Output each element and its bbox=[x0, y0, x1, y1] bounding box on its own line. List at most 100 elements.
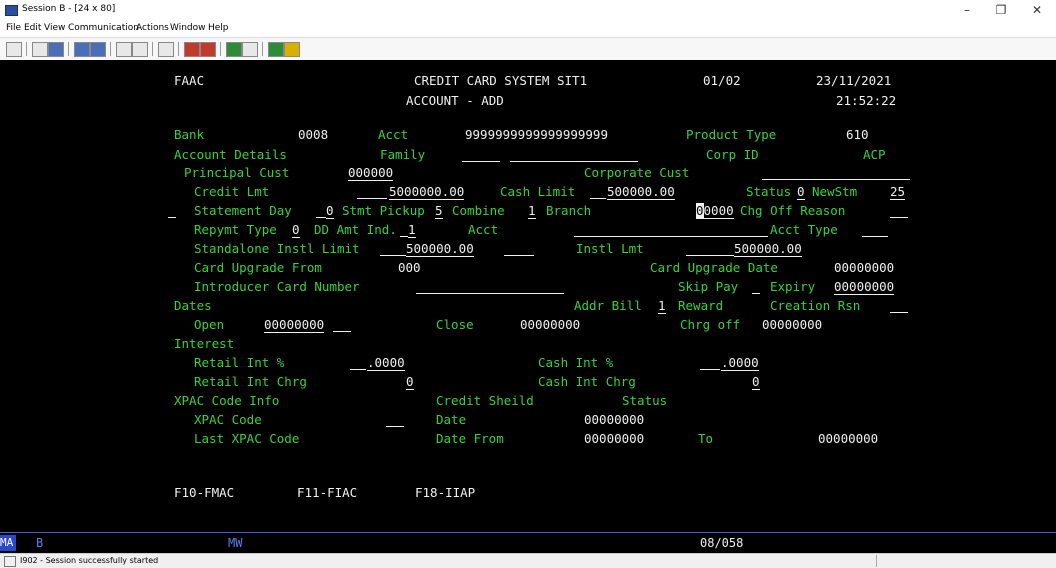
family-field-1[interactable] bbox=[462, 161, 500, 162]
repymt-type-field[interactable]: 0 bbox=[292, 222, 300, 238]
xpac-code-info-label: XPAC Code Info bbox=[174, 393, 280, 408]
retail-int-chrg-label: Retail Int Chrg bbox=[194, 374, 307, 389]
status-bar: I902 - Session successfully started bbox=[0, 553, 1056, 568]
minimize-button[interactable]: – bbox=[955, 2, 979, 18]
introducer-card-field[interactable] bbox=[416, 293, 564, 294]
macro-icon[interactable] bbox=[226, 42, 242, 57]
menu-actions[interactable]: Actions bbox=[136, 23, 169, 33]
date-to-label: To bbox=[698, 431, 714, 446]
open-date-label: Open bbox=[194, 317, 225, 332]
creation-rsn-field[interactable] bbox=[890, 312, 908, 313]
toolbar bbox=[0, 37, 1056, 61]
repymt-acct-field[interactable] bbox=[574, 236, 768, 237]
combine-field[interactable]: 1 bbox=[528, 203, 536, 219]
retail-int-field[interactable]: .0000 bbox=[367, 355, 405, 371]
row-select-field[interactable] bbox=[168, 217, 176, 218]
mw-indicator: MW bbox=[228, 536, 243, 550]
status-message: I902 - Session successfully started bbox=[20, 556, 159, 565]
dd-amt-ind-label: DD Amt Ind. bbox=[314, 222, 397, 237]
acct-type-field[interactable] bbox=[862, 236, 888, 237]
addr-bill-field[interactable]: 1 bbox=[658, 298, 666, 314]
system-title: CREDIT CARD SYSTEM SIT1 bbox=[414, 73, 588, 88]
date-from-value: 00000000 bbox=[584, 431, 645, 446]
menu-window[interactable]: Window bbox=[170, 23, 206, 33]
branch-field[interactable]: 00000 bbox=[696, 203, 734, 219]
statement-day-field[interactable]: 0 bbox=[326, 203, 334, 219]
operator-information-area: MA B MW 08/058 bbox=[0, 532, 1056, 554]
corporate-cust-field[interactable] bbox=[762, 179, 910, 180]
interest-label: Interest bbox=[174, 336, 235, 351]
copy-icon[interactable] bbox=[32, 42, 48, 57]
app-icon bbox=[5, 5, 18, 16]
cash-int-label: Cash Int % bbox=[538, 355, 614, 370]
xpac-code-field[interactable] bbox=[386, 426, 404, 427]
stmt-pickup-field[interactable]: 5 bbox=[435, 203, 443, 219]
last-xpac-code-label: Last XPAC Code bbox=[194, 431, 300, 446]
xpac-date-value: 00000000 bbox=[584, 412, 645, 427]
record-icon[interactable] bbox=[184, 42, 200, 57]
terminal-screen[interactable]: FAAC CREDIT CARD SYSTEM SIT1 01/02 23/11… bbox=[0, 60, 1056, 532]
close-button[interactable]: ✕ bbox=[1025, 2, 1049, 18]
newstm-label: NewStm bbox=[812, 184, 858, 199]
f10-fmac-key[interactable]: F10-FMAC bbox=[174, 485, 234, 500]
date-to-value: 00000000 bbox=[818, 431, 879, 446]
display-icon[interactable] bbox=[6, 42, 22, 57]
acct-value: 9999999999999999999 bbox=[465, 127, 608, 142]
family-field-2[interactable] bbox=[510, 161, 638, 162]
branch-field-value: 0000 bbox=[703, 203, 734, 218]
repymt-type-label: Repymt Type bbox=[194, 222, 277, 237]
globe-icon[interactable] bbox=[268, 42, 284, 57]
skip-pay-field[interactable] bbox=[752, 293, 760, 294]
standalone-instl-limit-field[interactable]: 500000.00 bbox=[406, 241, 474, 257]
chg-off-reason-field[interactable] bbox=[890, 217, 908, 218]
credit-sheild-status-label: Status bbox=[622, 393, 668, 408]
chrg-off-value: 00000000 bbox=[762, 317, 823, 332]
statement-day-label: Statement Day bbox=[194, 203, 292, 218]
window-title: Session B - [24 x 80] bbox=[22, 4, 116, 14]
send-icon[interactable] bbox=[74, 42, 90, 57]
receive-icon[interactable] bbox=[90, 42, 106, 57]
menu-communication[interactable]: Communication bbox=[68, 23, 139, 33]
instl-lmt-label: Instl Lmt bbox=[576, 241, 644, 256]
paste-icon[interactable] bbox=[48, 42, 64, 57]
reward-label: Reward bbox=[678, 298, 724, 313]
menu-edit[interactable]: Edit bbox=[24, 23, 41, 33]
status-field[interactable]: 0 bbox=[797, 184, 805, 200]
f11-fiac-key[interactable]: F11-FIAC bbox=[297, 485, 357, 500]
newstm-field[interactable]: 25 bbox=[890, 184, 906, 200]
repymt-acct-label: Acct bbox=[468, 222, 499, 237]
cash-int-chrg-field[interactable]: 0 bbox=[752, 374, 760, 390]
credit-sheild-label: Credit Sheild bbox=[436, 393, 534, 408]
maximize-button[interactable]: ❐ bbox=[989, 2, 1013, 18]
menu-help[interactable]: Help bbox=[208, 23, 229, 33]
credit-limit-field[interactable]: 5000000.00 bbox=[389, 184, 465, 200]
run-icon[interactable] bbox=[242, 42, 258, 57]
menu-file[interactable]: File bbox=[6, 23, 21, 33]
menu-view[interactable]: View bbox=[44, 23, 65, 33]
stop-icon[interactable] bbox=[200, 42, 216, 57]
principal-cust-field[interactable]: 000000 bbox=[348, 165, 394, 181]
ma-indicator: MA bbox=[0, 535, 16, 551]
open-date-field[interactable]: 00000000 bbox=[264, 317, 325, 333]
xpac-date-label: Date bbox=[436, 412, 467, 427]
family-label: Family bbox=[380, 147, 426, 162]
skip-pay-label: Skip Pay bbox=[678, 279, 739, 294]
product-type-label: Product Type bbox=[686, 127, 777, 142]
f18-iiap-key[interactable]: F18-IIAP bbox=[415, 485, 475, 500]
corp-id-value: ACP bbox=[863, 147, 886, 162]
account-details-label: Account Details bbox=[174, 147, 287, 162]
expiry-field[interactable]: 00000000 bbox=[834, 279, 895, 295]
retail-int-chrg-field[interactable]: 0 bbox=[406, 374, 414, 390]
close-date-label: Close bbox=[436, 317, 474, 332]
pencil-icon[interactable] bbox=[284, 42, 300, 57]
instl-lmt-field[interactable]: 500000.00 bbox=[734, 241, 802, 257]
chart-icon[interactable] bbox=[158, 42, 174, 57]
session-indicator: B bbox=[36, 536, 44, 550]
card-upgrade-from-label: Card Upgrade From bbox=[194, 260, 322, 275]
screen-icon[interactable] bbox=[132, 42, 148, 57]
keyboard-icon[interactable] bbox=[116, 42, 132, 57]
cash-limit-field[interactable]: 500000.00 bbox=[607, 184, 675, 200]
dd-amt-ind-field[interactable]: 1 bbox=[408, 222, 416, 238]
standalone-instl-limit-label: Standalone Instl Limit bbox=[194, 241, 360, 256]
cash-int-field[interactable]: .0000 bbox=[721, 355, 759, 371]
